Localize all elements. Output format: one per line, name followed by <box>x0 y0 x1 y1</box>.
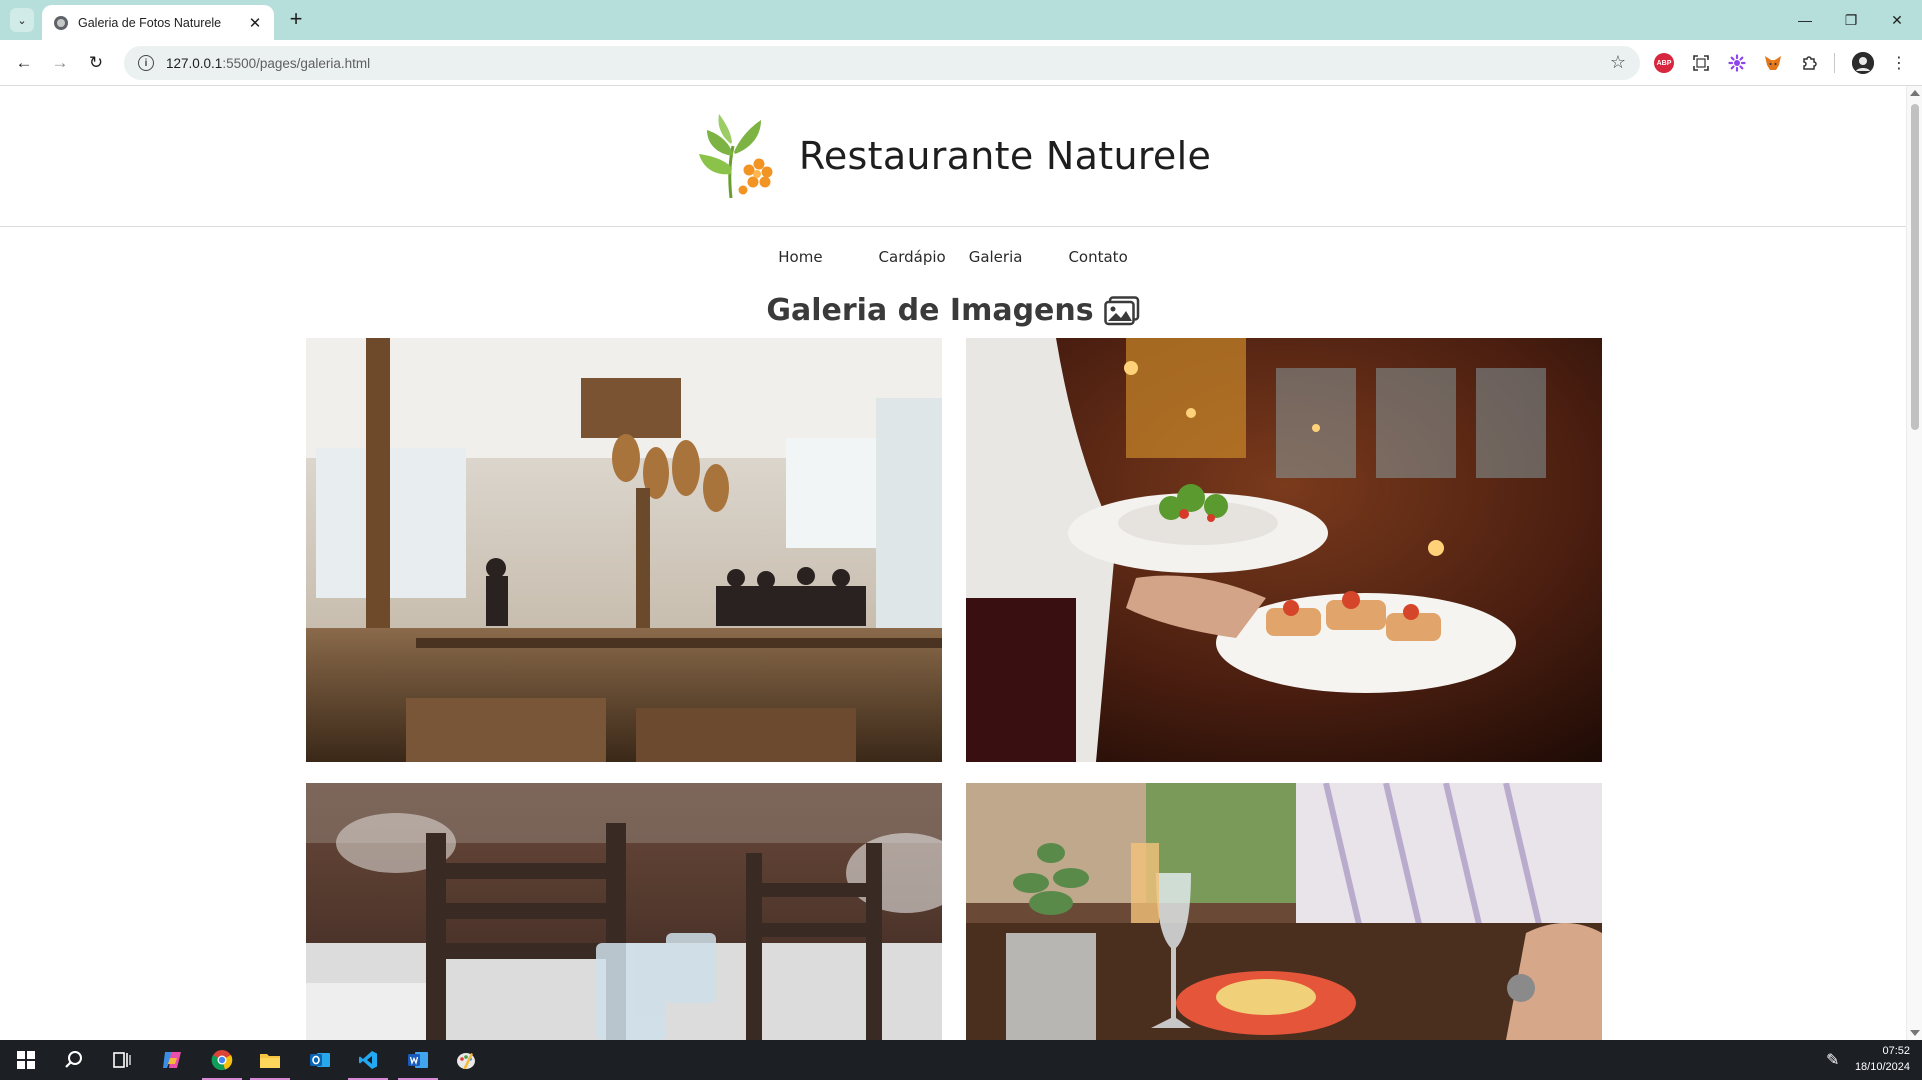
pen-input-icon[interactable]: ✎ <box>1826 1050 1839 1070</box>
tab-search-chevron-icon[interactable]: ⌄ <box>10 8 34 32</box>
chrome-icon[interactable] <box>198 1040 246 1080</box>
address-bar[interactable]: i 127.0.0.1:5500/pages/galeria.html ☆ <box>124 46 1640 80</box>
scroll-up-arrow-icon[interactable] <box>1910 90 1920 96</box>
task-view-icon[interactable] <box>98 1040 146 1080</box>
metamask-fox-icon[interactable] <box>1762 52 1784 74</box>
nav-link-home[interactable]: Home <box>765 248 835 266</box>
new-tab-button[interactable]: + <box>282 6 310 34</box>
word-icon[interactable] <box>394 1040 442 1080</box>
windows-taskbar: ✎ 07:52 18/10/2024 <box>0 1040 1922 1080</box>
url-host: 127.0.0.1 <box>166 55 223 71</box>
gallery-image-waiter-plates[interactable] <box>966 338 1602 762</box>
paint-icon[interactable] <box>442 1040 490 1080</box>
scroll-down-arrow-icon[interactable] <box>1910 1030 1920 1036</box>
gallery-image-table-glasses[interactable] <box>306 783 942 1040</box>
restore-window-button[interactable]: ❐ <box>1828 0 1874 40</box>
vscode-icon[interactable] <box>344 1040 392 1080</box>
clock-date: 18/10/2024 <box>1854 1061 1910 1073</box>
screenshot-icon[interactable] <box>1690 52 1712 74</box>
scrollbar-thumb[interactable] <box>1911 104 1919 430</box>
sparkle-extension-icon[interactable] <box>1726 52 1748 74</box>
browser-tab-bar: ⌄ Galeria de Fotos Naturele ✕ + — ❐ ✕ <box>0 0 1922 40</box>
gallery-image-interior[interactable] <box>306 338 942 762</box>
nav-link-contato[interactable]: Contato <box>1055 248 1140 266</box>
web-page: Restaurante Naturele Home Cardápio Galer… <box>0 86 1906 1040</box>
gallery-heading-row: Galeria de Imagens <box>0 293 1906 328</box>
copilot-icon[interactable] <box>148 1040 196 1080</box>
gallery-heading: Galeria de Imagens <box>766 293 1094 328</box>
url-path: :5500/pages/galeria.html <box>222 55 371 71</box>
site-header: Restaurante Naturele <box>0 86 1906 227</box>
puzzle-extensions-icon[interactable] <box>1798 52 1820 74</box>
minimize-window-button[interactable]: — <box>1782 0 1828 40</box>
browser-tab[interactable]: Galeria de Fotos Naturele ✕ <box>42 5 274 40</box>
menu-dots-icon[interactable]: ⋮ <box>1888 52 1910 74</box>
reload-icon[interactable]: ↻ <box>82 49 110 77</box>
main-navigation: Home Cardápio Galeria Contato <box>0 248 1906 266</box>
back-arrow-icon[interactable]: ← <box>10 49 38 77</box>
toolbar-divider <box>1834 53 1835 73</box>
adblock-icon[interactable]: ABP <box>1654 53 1674 73</box>
profile-avatar[interactable] <box>1852 52 1874 74</box>
clock-time: 07:52 <box>1882 1045 1910 1057</box>
url-text: 127.0.0.1:5500/pages/galeria.html <box>166 56 370 71</box>
nav-link-cardapio[interactable]: Cardápio <box>866 248 948 266</box>
bookmark-star-icon[interactable]: ☆ <box>1610 52 1626 73</box>
file-explorer-icon[interactable] <box>246 1040 294 1080</box>
gallery-image-diner-meal[interactable] <box>966 783 1602 1040</box>
forward-arrow-icon[interactable]: → <box>46 49 74 77</box>
site-title: Restaurante Naturele <box>798 134 1212 178</box>
system-clock[interactable]: 07:52 18/10/2024 <box>1855 1043 1910 1075</box>
nav-link-galeria[interactable]: Galeria <box>956 248 1036 266</box>
outlook-icon[interactable] <box>296 1040 344 1080</box>
windows-start-icon[interactable] <box>2 1040 50 1080</box>
tab-title: Galeria de Fotos Naturele <box>78 15 222 30</box>
naturele-leaf-logo-icon <box>698 114 773 199</box>
tab-close-icon[interactable]: ✕ <box>246 14 264 32</box>
site-info-icon[interactable]: i <box>138 55 154 71</box>
close-window-button[interactable]: ✕ <box>1874 0 1920 40</box>
browser-toolbar: ← → ↻ i 127.0.0.1:5500/pages/galeria.htm… <box>0 40 1922 86</box>
images-icon <box>1103 295 1139 325</box>
search-icon[interactable] <box>50 1040 98 1080</box>
globe-favicon-icon <box>54 15 68 30</box>
page-scrollbar[interactable] <box>1906 86 1922 1040</box>
